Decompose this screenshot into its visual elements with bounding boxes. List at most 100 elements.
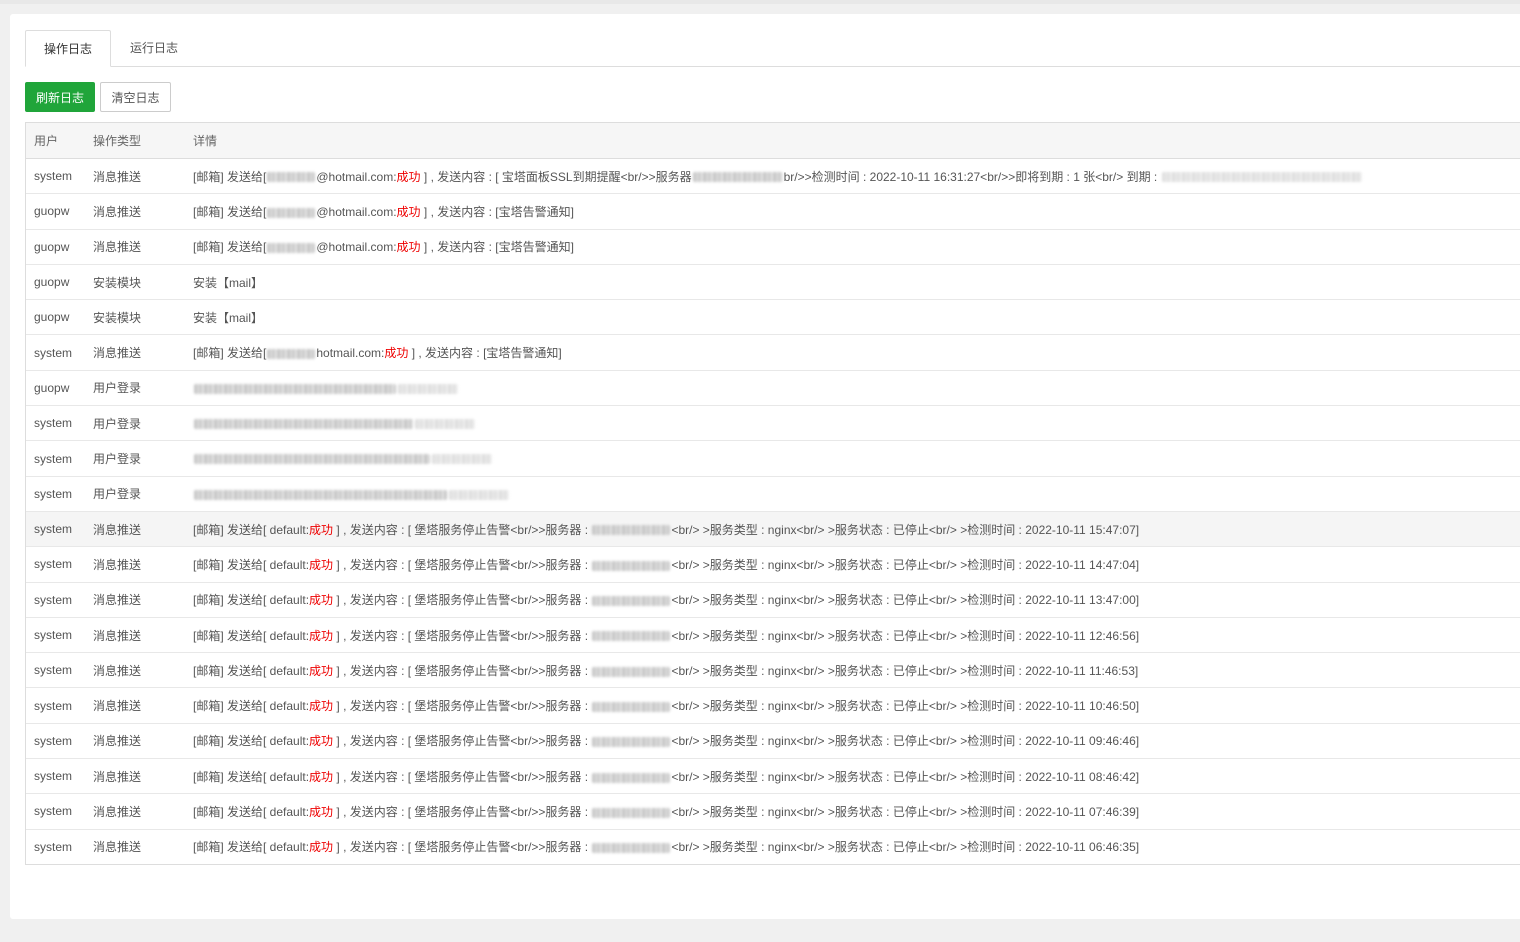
- detail-email: @hotmail.com:: [316, 204, 397, 219]
- detail-content-2: br/>>检测时间 : 2022-10-11 16:31:27<br/>>即将到…: [783, 169, 1161, 184]
- redacted-text: [692, 172, 783, 183]
- cell-detail: [邮箱] 发送给[ default:成功 ] , 发送内容 : [ 堡塔服务停止…: [185, 511, 1520, 548]
- detail-content: ] , 发送内容 : [ 堡塔服务停止告警<br/>>服务器 :: [333, 663, 592, 678]
- cell-user: system: [26, 511, 85, 548]
- redacted-text: [194, 489, 447, 500]
- detail-email: @hotmail.com:: [316, 169, 397, 184]
- cell-detail: [邮箱] 发送给[ default:成功 ] , 发送内容 : [ 堡塔服务停止…: [185, 617, 1520, 654]
- detail-content-2: <br/> >服务类型 : nginx<br/> >服务状态 : 已停止<br/…: [671, 804, 1140, 819]
- cell-detail: [邮箱] 发送给[ default:成功 ] , 发送内容 : [ 堡塔服务停止…: [185, 758, 1520, 795]
- tab-run-log[interactable]: 运行日志: [111, 30, 197, 66]
- success-text: 成功: [384, 346, 409, 361]
- success-text: 成功: [309, 769, 334, 784]
- redacted-text: [592, 701, 671, 712]
- detail-prefix: [邮箱] 发送给[ default:: [193, 840, 310, 855]
- cell-user: system: [26, 405, 85, 442]
- detail-content: ] , 发送内容 : [宝塔告警通知]: [408, 346, 562, 361]
- success-text: 成功: [309, 804, 334, 819]
- cell-detail: [邮箱] 发送给[ @hotmail.com:成功 ] , 发送内容 : [宝塔告…: [185, 229, 1520, 265]
- cell-type: 安装模块: [85, 264, 185, 301]
- cell-type: 消息推送: [85, 546, 185, 583]
- cell-detail: [邮箱] 发送给[ default:成功 ] , 发送内容 : [ 堡塔服务停止…: [185, 723, 1520, 760]
- detail-prefix: [邮箱] 发送给[ default:: [193, 804, 310, 819]
- detail-content: ] , 发送内容 : [宝塔告警通知]: [420, 204, 574, 219]
- cell-type: 消息推送: [85, 582, 185, 618]
- detail-text: 安装【mail】: [193, 310, 264, 325]
- redacted-text: [592, 807, 671, 818]
- detail-content: ] , 发送内容 : [宝塔告警通知]: [420, 240, 574, 255]
- cell-type: 用户登录: [85, 476, 185, 512]
- table-row: system 消息推送 [邮箱] 发送给[ default:成功 ] , 发送内容 …: [26, 793, 1520, 830]
- redacted-text: [432, 454, 492, 465]
- cell-detail: [邮箱] 发送给[ default:成功 ] , 发送内容 : [ 堡塔服务停止…: [185, 829, 1520, 864]
- cell-user: system: [26, 158, 85, 195]
- cell-user: guopw: [26, 229, 85, 265]
- table-row: system 消息推送 [邮箱] 发送给[ default:成功 ] , 发送内容 …: [26, 511, 1520, 548]
- clear-log-button[interactable]: 清空日志: [100, 82, 171, 112]
- detail-text: 安装【mail】: [193, 275, 264, 290]
- redacted-text: [592, 666, 671, 677]
- detail-content-2: <br/> >服务类型 : nginx<br/> >服务状态 : 已停止<br/…: [671, 522, 1140, 537]
- success-text: 成功: [309, 522, 334, 537]
- cell-type: 消息推送: [85, 617, 185, 654]
- refresh-log-button[interactable]: 刷新日志: [25, 82, 95, 112]
- cell-user: system: [26, 546, 85, 583]
- detail-prefix: [邮箱] 发送给[: [193, 240, 267, 255]
- detail-content-2: <br/> >服务类型 : nginx<br/> >服务状态 : 已停止<br/…: [671, 840, 1140, 855]
- detail-content: ] , 发送内容 : [ 堡塔服务停止告警<br/>>服务器 :: [333, 522, 592, 537]
- success-text: 成功: [396, 169, 421, 184]
- cell-detail: [邮箱] 发送给[@hotmail.com:成功 ] , 发送内容 : [宝塔告…: [185, 193, 1520, 230]
- cell-user: system: [26, 476, 85, 512]
- table-row: system 消息推送 [邮箱] 发送给[ default:成功 ] , 发送内容 …: [26, 546, 1520, 583]
- redacted-text: [592, 843, 671, 854]
- detail-content: ] , 发送内容 : [ 堡塔服务停止告警<br/>>服务器 :: [333, 734, 592, 749]
- log-table: 用户 操作类型 详情 system 消息推送 [邮箱] 发送给[@hotmail.c…: [25, 122, 1520, 865]
- detail-content: ] , 发送内容 : [ 堡塔服务停止告警<br/>>服务器 :: [333, 628, 592, 643]
- table-row: system 消息推送 [邮箱] 发送给[ default:成功 ] , 发送内容 …: [26, 829, 1520, 864]
- detail-prefix: [邮箱] 发送给[ default:: [193, 769, 310, 784]
- redacted-text: [592, 737, 671, 748]
- tab-operation-log[interactable]: 操作日志: [25, 30, 111, 67]
- cell-detail: [185, 405, 1520, 442]
- redacted-text: [415, 419, 475, 430]
- detail-content-2: <br/> >服务类型 : nginx<br/> >服务状态 : 已停止<br/…: [671, 734, 1140, 749]
- success-text: 成功: [309, 663, 334, 678]
- detail-prefix: [邮箱] 发送给[: [193, 204, 267, 219]
- cell-type: 消息推送: [85, 652, 185, 689]
- cell-detail: 安装【mail】: [185, 264, 1520, 301]
- redacted-text: [592, 772, 671, 783]
- detail-prefix: [邮箱] 发送给[ default:: [193, 557, 310, 572]
- cell-user: system: [26, 758, 85, 795]
- detail-content: ] , 发送内容 : [ 宝塔面板SSL到期提醒<br/>>服务器: [420, 169, 692, 184]
- cell-type: 消息推送: [85, 758, 185, 795]
- table-row: guopw 安装模块 安装【mail】: [26, 264, 1520, 301]
- cell-type: 消息推送: [85, 229, 185, 265]
- detail-email: @hotmail.com:: [316, 240, 397, 255]
- detail-prefix: [邮箱] 发送给[ default:: [193, 699, 310, 714]
- redacted-text: [267, 348, 316, 359]
- cell-type: 消息推送: [85, 334, 185, 371]
- redacted-text: [194, 454, 430, 465]
- success-text: 成功: [309, 593, 334, 608]
- header-user: 用户: [26, 123, 85, 159]
- cell-detail: [邮箱] 发送给[ default:成功 ] , 发送内容 : [ 堡塔服务停止…: [185, 687, 1520, 724]
- redacted-text: [449, 489, 509, 500]
- cell-type: 用户登录: [85, 405, 185, 442]
- cell-type: 消息推送: [85, 723, 185, 760]
- redacted-text: [267, 172, 316, 183]
- cell-type: 消息推送: [85, 511, 185, 548]
- success-text: 成功: [396, 240, 421, 255]
- cell-user: system: [26, 582, 85, 618]
- table-row: system 消息推送 [邮箱] 发送给[ default:成功 ] , 发送内容 …: [26, 652, 1520, 689]
- header-detail: 详情: [185, 123, 1520, 159]
- detail-content-2: <br/> >服务类型 : nginx<br/> >服务状态 : 已停止<br/…: [671, 769, 1140, 784]
- table-row: system 消息推送 [邮箱] 发送给[ default:成功 ] , 发送内容 …: [26, 758, 1520, 795]
- table-body: system 消息推送 [邮箱] 发送给[@hotmail.com:成功 ] , 发…: [26, 158, 1520, 864]
- cell-user: system: [26, 652, 85, 689]
- log-panel: 操作日志 运行日志 刷新日志 清空日志 用户 操作类型 详情 system 消息推…: [10, 14, 1520, 919]
- detail-content-2: <br/> >服务类型 : nginx<br/> >服务状态 : 已停止<br/…: [671, 663, 1139, 678]
- cell-type: 消息推送: [85, 193, 185, 230]
- cell-detail: 安装【mail】: [185, 299, 1520, 336]
- redacted-text: [267, 243, 316, 254]
- detail-content: ] , 发送内容 : [ 堡塔服务停止告警<br/>>服务器 :: [333, 840, 592, 855]
